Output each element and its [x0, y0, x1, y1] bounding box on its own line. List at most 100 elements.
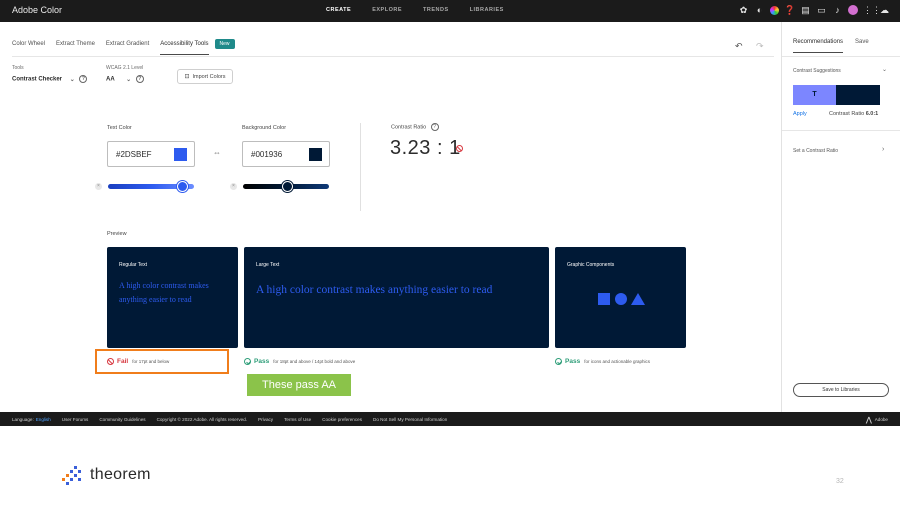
- save-to-libraries-button[interactable]: Save to Libraries: [793, 383, 889, 397]
- text-color-hex[interactable]: #2DSBEF: [116, 150, 152, 159]
- theorem-logo-icon: [62, 466, 81, 485]
- help-icon[interactable]: ❓: [784, 5, 795, 16]
- triangle-shape-icon: [631, 293, 645, 305]
- header-icons: ✿ ◐ ❓ ▤ ▭ ♪ ⋮⋮ ☁: [738, 5, 890, 16]
- text-color-field[interactable]: #2DSBEF: [107, 141, 195, 167]
- tools-dropdown[interactable]: Contrast Checker ⌄ ?: [12, 75, 88, 83]
- app-footer: Language: English User Forums Community G…: [0, 412, 900, 426]
- avatar[interactable]: [848, 5, 858, 15]
- notification-icon[interactable]: ♪: [832, 5, 843, 16]
- help-icon[interactable]: ?: [430, 123, 439, 131]
- bg-color-swatch[interactable]: [309, 148, 322, 161]
- bg-color-slider-thumb[interactable]: [282, 181, 294, 192]
- nav-create[interactable]: CREATE: [326, 7, 351, 13]
- help-icon[interactable]: ?: [135, 75, 144, 83]
- footer-link-cookies[interactable]: Cookie preferences: [322, 417, 362, 422]
- nav-libraries[interactable]: LIBRARIES: [470, 7, 504, 13]
- adobe-logo-icon: ⋀: [865, 416, 872, 424]
- feedback-icon[interactable]: ▤: [800, 5, 811, 16]
- bg-color-field[interactable]: #001936: [242, 141, 330, 167]
- comment-icon[interactable]: ▭: [816, 5, 827, 16]
- help-icon[interactable]: ?: [79, 75, 88, 83]
- footer-link-privacy[interactable]: Privacy: [258, 417, 273, 422]
- suggestion-ratio: Contrast Ratio 6.0:1: [829, 111, 878, 117]
- fail-highlight-box: [95, 349, 229, 374]
- redo-icon[interactable]: ↷: [756, 41, 764, 52]
- set-contrast-ratio-label[interactable]: Set a Contrast Ratio: [793, 148, 838, 154]
- contrast-suggestions-label[interactable]: Contrast Suggestions: [793, 68, 841, 74]
- slider-reset-icon[interactable]: ×: [230, 183, 237, 190]
- result-status: Pass: [565, 358, 581, 365]
- chevron-right-icon[interactable]: ›: [882, 146, 884, 153]
- color-wheel-icon[interactable]: [770, 6, 779, 15]
- nav-trends[interactable]: TRENDS: [423, 7, 449, 13]
- suggestion-bg-swatch[interactable]: [836, 85, 880, 105]
- footer-link-guidelines[interactable]: Community Guidelines: [99, 417, 145, 422]
- import-icon: ⊡: [184, 74, 190, 80]
- bg-color-hex[interactable]: #001936: [251, 150, 282, 159]
- text-color-swatch[interactable]: [174, 148, 187, 161]
- square-shape-icon: [598, 293, 610, 305]
- graphic-components-result: Pass for icons and actionable graphics: [555, 358, 650, 365]
- app-header: Adobe Color CREATE EXPLORE TRENDS LIBRAR…: [0, 0, 900, 22]
- theorem-logo: theorem: [62, 464, 151, 486]
- tab-save[interactable]: Save: [855, 39, 869, 53]
- swap-colors-icon[interactable]: ⇔: [213, 148, 221, 157]
- panel-divider: [782, 130, 900, 131]
- contrast-ratio-value: 3.23 : 1: [390, 137, 461, 159]
- import-colors-button[interactable]: ⊡ Import Colors: [177, 69, 233, 84]
- language-value[interactable]: English: [36, 417, 51, 422]
- footer-links: Language: English User Forums Community G…: [12, 417, 447, 422]
- slider-reset-icon[interactable]: ×: [95, 183, 102, 190]
- tab-extract-theme[interactable]: Extract Theme: [56, 41, 95, 54]
- callout-label: These pass AA: [247, 374, 351, 396]
- footer-copyright: Copyright © 2022 Adobe. All rights reser…: [156, 416, 248, 422]
- language-selector[interactable]: Language: English: [12, 417, 51, 422]
- adobe-brand[interactable]: ⋀ Adobe: [866, 416, 888, 424]
- apply-link[interactable]: Apply: [793, 111, 807, 117]
- chevron-down-icon[interactable]: ⌄: [882, 66, 887, 73]
- tab-accessibility-tools[interactable]: Accessibility Tools: [160, 41, 209, 55]
- large-text-result: Pass for 18pt and above / 14pt bold and …: [244, 358, 355, 365]
- card-title: Regular Text: [119, 262, 147, 268]
- footer-link-do-not-sell[interactable]: Do Not Sell My Personal Information: [373, 417, 447, 422]
- creative-cloud-icon[interactable]: ☁: [879, 5, 890, 16]
- footer-link-terms[interactable]: Terms of Use: [284, 417, 311, 422]
- regular-text-sample: A high color contrast makes anything eas…: [119, 281, 209, 304]
- large-text-card: Large Text A high color contrast makes a…: [244, 247, 549, 348]
- nav-explore[interactable]: EXPLORE: [372, 7, 402, 13]
- chevron-down-icon: ⌄: [69, 76, 75, 83]
- tools-dropdown-value: Contrast Checker: [12, 76, 63, 83]
- apps-grid-icon[interactable]: ⋮⋮: [863, 5, 881, 16]
- large-text-sample: A high color contrast makes anything eas…: [256, 284, 493, 296]
- result-note: for icons and actionable graphics: [584, 359, 650, 364]
- suggestion-ratio-value: 6.0:1: [865, 111, 879, 117]
- tab-color-wheel[interactable]: Color Wheel: [12, 41, 45, 54]
- circle-shape-icon: [615, 293, 627, 305]
- preview-label: Preview: [107, 231, 127, 237]
- language-label: Language:: [12, 416, 34, 422]
- wcag-dropdown[interactable]: AA ⌄ ?: [106, 75, 144, 83]
- tab-recommendations[interactable]: Recommendations: [793, 39, 844, 53]
- contrast-ratio-label-text: Contrast Ratio: [391, 124, 427, 131]
- footer-link-forums[interactable]: User Forums: [62, 417, 89, 422]
- settings-icon[interactable]: ✿: [738, 5, 749, 16]
- undo-icon[interactable]: ↶: [735, 41, 743, 52]
- tabs-divider: [12, 56, 774, 57]
- new-badge: New: [214, 39, 235, 49]
- adobe-label: Adobe: [874, 417, 888, 422]
- pass-check-icon: [244, 358, 251, 365]
- pass-check-icon: [555, 358, 562, 365]
- result-note: for 18pt and above / 14pt bold and above: [273, 359, 356, 364]
- chevron-down-icon: ⌄: [126, 76, 132, 83]
- contrast-icon[interactable]: ◐: [754, 5, 765, 16]
- bg-color-label: Background Color: [242, 125, 287, 131]
- tab-extract-gradient[interactable]: Extract Gradient: [106, 41, 149, 54]
- suggestion-text-swatch[interactable]: T: [793, 85, 836, 105]
- wcag-dropdown-value: AA: [106, 76, 115, 83]
- card-title: Large Text: [256, 262, 280, 268]
- text-color-slider-thumb[interactable]: [177, 181, 189, 192]
- theorem-logo-text: theorem: [90, 466, 151, 483]
- regular-text-card: Regular Text A high color contrast makes…: [107, 247, 238, 348]
- app-title[interactable]: Adobe Color: [12, 5, 62, 15]
